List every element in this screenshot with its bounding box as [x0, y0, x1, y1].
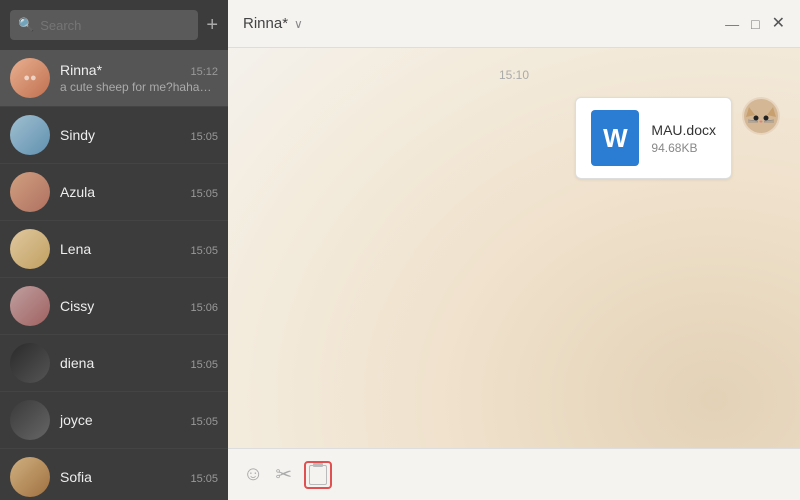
contact-info-azula: Azula 15:05 [60, 184, 218, 200]
contact-name-lena: Lena [60, 241, 91, 257]
contact-time-lena: 15:05 [190, 245, 218, 257]
contact-item-azula[interactable]: Azula 15:05 [0, 164, 228, 221]
contact-info-sofia: Sofia 15:05 [60, 469, 218, 485]
minimize-button[interactable]: — [725, 17, 739, 31]
contact-item-sindy[interactable]: Sindy 15:05 [0, 107, 228, 164]
contact-name-diena: diena [60, 355, 94, 371]
chat-messages: 15:10 W MAU.docx 94.68KB [228, 48, 800, 448]
file-size: 94.68KB [651, 141, 716, 155]
contact-time-azula: 15:05 [190, 188, 218, 200]
emoji-button[interactable]: ☺ [243, 463, 263, 486]
contact-item-cissy[interactable]: Cissy 15:06 [0, 278, 228, 335]
contact-name-sindy: Sindy [60, 127, 95, 143]
avatar-joyce [10, 400, 50, 440]
cat-avatar-svg [744, 99, 778, 133]
scissors-button[interactable]: ✂ [275, 462, 292, 487]
avatar-rinna: ●● [10, 58, 50, 98]
contact-list: ●● Rinna* 15:12 a cute sheep for me?haha… [0, 50, 228, 500]
contact-time-sofia: 15:05 [190, 473, 218, 485]
contact-time-joyce: 15:05 [190, 416, 218, 428]
file-message-bubble[interactable]: W MAU.docx 94.68KB [575, 97, 732, 179]
paste-button[interactable] [304, 461, 332, 489]
contact-info-joyce: joyce 15:05 [60, 412, 218, 428]
contact-name-sofia: Sofia [60, 469, 92, 485]
contact-time-cissy: 15:06 [190, 302, 218, 314]
window-controls: — □ ✕ [725, 16, 785, 32]
search-bar[interactable]: 🔍 [10, 10, 198, 40]
chat-input-bar: ☺ ✂ [228, 448, 800, 500]
search-input[interactable] [40, 18, 190, 33]
avatar-lena [10, 229, 50, 269]
sidebar: 🔍 + ●● Rinna* 15:12 a cute sheep for me?… [0, 0, 228, 500]
chat-area: Rinna* ∨ — □ ✕ 15:10 W MAU.docx 94.68KB [228, 0, 800, 500]
contact-time-diena: 15:05 [190, 359, 218, 371]
contact-info-rinna: Rinna* 15:12 a cute sheep for me?hahaha.… [60, 62, 218, 94]
chat-contact-name: Rinna* [243, 15, 288, 32]
paste-icon [309, 465, 327, 485]
contact-item-diena[interactable]: diena 15:05 [0, 335, 228, 392]
contact-info-diena: diena 15:05 [60, 355, 218, 371]
word-file-icon: W [591, 110, 639, 166]
contact-time-sindy: 15:05 [190, 131, 218, 143]
maximize-button[interactable]: □ [751, 17, 759, 31]
avatar-diena [10, 343, 50, 383]
avatar-sindy [10, 115, 50, 155]
avatar-cissy [10, 286, 50, 326]
avatar-azula [10, 172, 50, 212]
app-window: 🔍 + ●● Rinna* 15:12 a cute sheep for me?… [0, 0, 800, 500]
chat-header: Rinna* ∨ — □ ✕ [228, 0, 800, 48]
message-timestamp: 15:10 [248, 68, 780, 82]
contact-name-azula: Azula [60, 184, 95, 200]
contact-item-joyce[interactable]: joyce 15:05 [0, 392, 228, 449]
add-contact-button[interactable]: + [206, 15, 218, 35]
contact-item-sofia[interactable]: Sofia 15:05 [0, 449, 228, 500]
file-name: MAU.docx [651, 122, 716, 138]
sender-avatar [742, 97, 780, 135]
contact-info-cissy: Cissy 15:06 [60, 298, 218, 314]
chevron-down-icon[interactable]: ∨ [294, 17, 303, 31]
search-icon: 🔍 [18, 17, 34, 33]
contact-info-lena: Lena 15:05 [60, 241, 218, 257]
file-info: MAU.docx 94.68KB [651, 122, 716, 155]
sidebar-header: 🔍 + [0, 0, 228, 50]
contact-item-lena[interactable]: Lena 15:05 [0, 221, 228, 278]
contact-name-rinna: Rinna* [60, 62, 102, 78]
contact-info-sindy: Sindy 15:05 [60, 127, 218, 143]
contact-preview-rinna: a cute sheep for me?hahaha... [60, 80, 218, 94]
contact-name-joyce: joyce [60, 412, 93, 428]
file-message-row: W MAU.docx 94.68KB [248, 97, 780, 179]
avatar-sofia [10, 457, 50, 497]
contact-item-rinna[interactable]: ●● Rinna* 15:12 a cute sheep for me?haha… [0, 50, 228, 107]
contact-name-cissy: Cissy [60, 298, 94, 314]
close-button[interactable]: ✕ [772, 16, 785, 32]
chat-header-name: Rinna* ∨ [243, 15, 303, 32]
contact-time-rinna: 15:12 [190, 66, 218, 78]
